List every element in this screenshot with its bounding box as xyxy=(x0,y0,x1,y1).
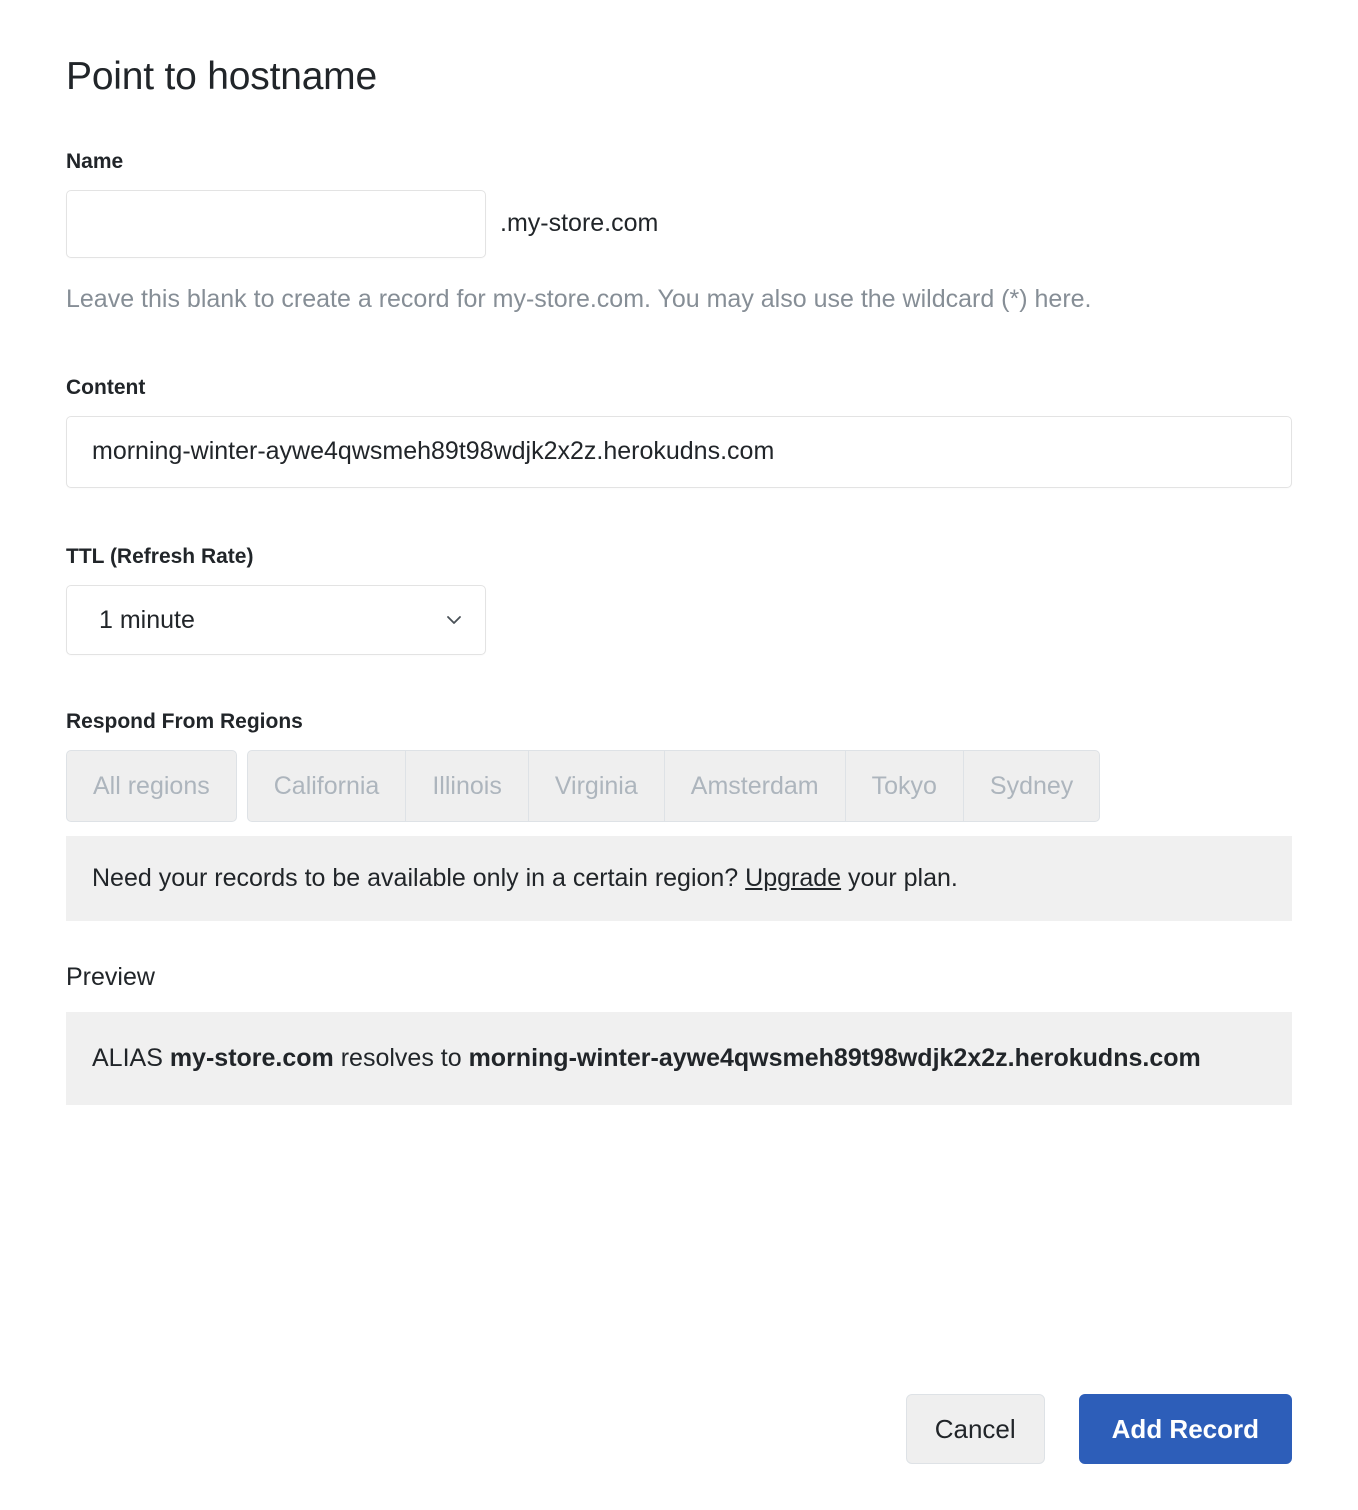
region-button-tokyo[interactable]: Tokyo xyxy=(844,750,964,823)
add-record-button[interactable]: Add Record xyxy=(1078,1394,1292,1464)
ttl-select[interactable]: 1 minute xyxy=(66,585,486,656)
region-button-amsterdam[interactable]: Amsterdam xyxy=(663,750,846,823)
region-button-group: California Illinois Virginia Amsterdam Tokyo… xyxy=(246,750,1101,823)
ttl-select-wrap: 1 minute xyxy=(66,585,486,656)
region-button-sydney[interactable]: Sydney xyxy=(962,750,1101,823)
point-to-hostname-dialog: Point to hostname Name .my-store.com Lea… xyxy=(0,0,1358,1510)
preview-block: Preview ALIAS my-store.com resolves to m… xyxy=(66,963,1292,1106)
regions-label: Respond From Regions xyxy=(66,710,303,734)
preview-label: Preview xyxy=(66,962,155,991)
name-help-text: Leave this blank to create a record for … xyxy=(66,284,1092,313)
regions-row: All regions California Illinois Virginia Am… xyxy=(66,750,1292,823)
ttl-field-label: TTL (Refresh Rate) xyxy=(66,544,254,568)
preview-connector: resolves to xyxy=(340,1043,462,1072)
region-button-virginia[interactable]: Virginia xyxy=(527,750,665,823)
preview-hostname: my-store.com xyxy=(169,1043,334,1072)
upgrade-link[interactable]: Upgrade xyxy=(745,864,841,892)
name-input[interactable] xyxy=(66,189,486,258)
name-field-label: Name xyxy=(66,149,124,173)
content-field-block: Content xyxy=(66,375,1292,488)
region-button-california[interactable]: California xyxy=(246,750,407,823)
upgrade-notice: Need your records to be available only i… xyxy=(66,836,1292,921)
content-input[interactable] xyxy=(66,415,1292,488)
page-title: Point to hostname xyxy=(66,55,377,98)
region-button-illinois[interactable]: Illinois xyxy=(405,750,529,823)
name-input-row: .my-store.com xyxy=(66,189,1292,258)
dialog-actions: Cancel Add Record xyxy=(905,1394,1292,1464)
upgrade-notice-text-after: your plan. xyxy=(848,864,958,893)
domain-suffix-label: .my-store.com xyxy=(500,209,659,238)
content-field-label: Content xyxy=(66,375,146,399)
preview-record-type: ALIAS xyxy=(92,1043,163,1072)
ttl-field-block: TTL (Refresh Rate) 1 minute xyxy=(66,544,1292,656)
preview-box: ALIAS my-store.com resolves to morning-w… xyxy=(66,1011,1292,1106)
cancel-button[interactable]: Cancel xyxy=(905,1394,1045,1464)
preview-target: morning-winter-aywe4qwsmeh89t98wdjk2x2z.… xyxy=(468,1043,1201,1072)
name-field-block: Name .my-store.com Leave this blank to c… xyxy=(66,149,1292,319)
ttl-selected-value: 1 minute xyxy=(99,605,195,634)
region-button-all-regions[interactable]: All regions xyxy=(66,750,237,823)
regions-block: Respond From Regions All regions Califor… xyxy=(66,709,1292,921)
upgrade-notice-text-before: Need your records to be available only i… xyxy=(92,864,739,893)
